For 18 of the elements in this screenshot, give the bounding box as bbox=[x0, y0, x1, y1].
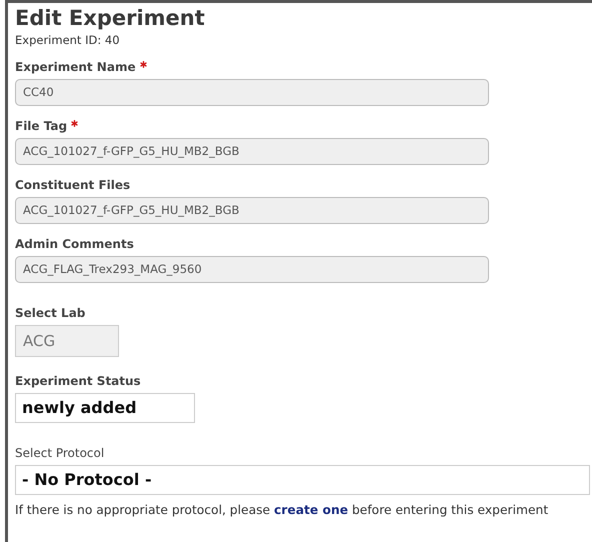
field-label: Experiment Status bbox=[15, 373, 141, 389]
field-label: Constituent Files bbox=[15, 177, 130, 193]
field-label: File Tag bbox=[15, 118, 68, 134]
input-field[interactable]: ACG_101027_f-GFP_G5_HU_MB2_BGB bbox=[15, 138, 489, 165]
experiment-id: Experiment ID: 40 bbox=[15, 33, 121, 47]
input-field[interactable]: ACG_FLAG_Trex293_MAG_9560 bbox=[15, 256, 489, 283]
field-label: Select Protocol bbox=[15, 445, 104, 461]
status-select[interactable]: newly added bbox=[15, 393, 195, 423]
input-field[interactable]: ACG_101027_f-GFP_G5_HU_MB2_BGB bbox=[15, 197, 489, 224]
field-label: Select Lab bbox=[15, 305, 86, 321]
protocol-select[interactable]: - No Protocol - bbox=[15, 465, 590, 495]
field-label: Experiment Name bbox=[15, 59, 136, 75]
lab-field[interactable]: ACG bbox=[15, 325, 119, 357]
field-label: Admin Comments bbox=[15, 236, 134, 252]
page-title: Edit Experiment bbox=[15, 5, 206, 31]
help-text: If there is no appropriate protocol, please create one before entering this experiment bbox=[15, 503, 550, 517]
create-link[interactable]: create one bbox=[274, 503, 348, 517]
input-field[interactable]: CC40 bbox=[15, 79, 489, 106]
